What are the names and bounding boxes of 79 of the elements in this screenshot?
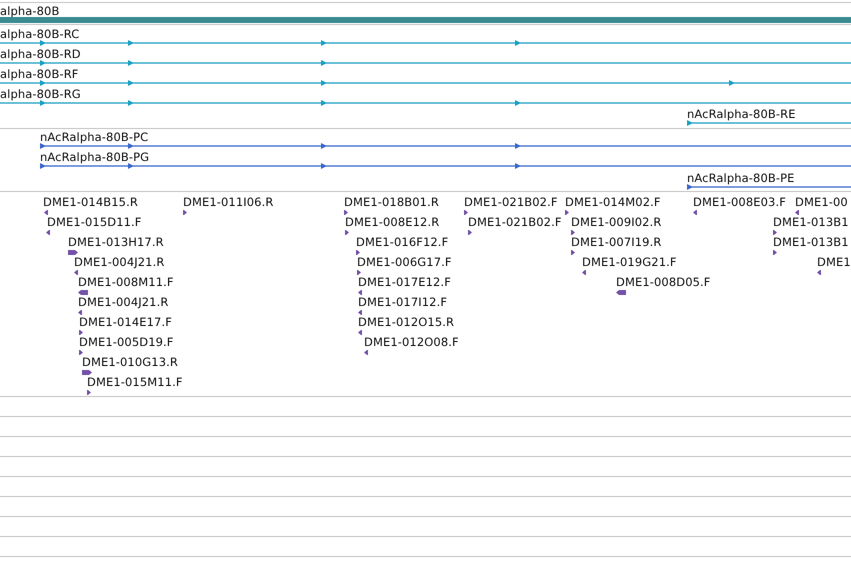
est-marker-icon <box>358 290 362 295</box>
est-marker-icon <box>87 390 91 395</box>
est-marker-icon <box>79 350 83 355</box>
transcript-label: nAcRalpha-80B-RE <box>687 107 796 121</box>
transcript-drawing[interactable] <box>0 79 851 86</box>
est-label: DME1-006G17.F <box>357 255 452 269</box>
est-label: DME1-008E03.F <box>693 195 786 209</box>
est-label: DME1-011I06.R <box>183 195 274 209</box>
est-label: DME1-017I12.F <box>358 295 448 309</box>
est-label: DME1-019G21.F <box>582 255 677 269</box>
transcript-drawing[interactable] <box>0 39 851 46</box>
transcript-drawing[interactable] <box>687 119 851 126</box>
est-marker-icon <box>344 210 348 215</box>
est-marker-icon <box>795 210 799 215</box>
est-marker-icon <box>79 330 83 335</box>
est-label: DME1-017E12.F <box>358 275 451 289</box>
est-label: DME1-015M11.F <box>87 375 183 389</box>
est-label: DME1-015D11.F <box>47 215 142 229</box>
protein-drawing[interactable] <box>40 142 851 149</box>
est-label: DME1-021B02.F <box>468 215 562 229</box>
est-marker-icon <box>571 230 575 235</box>
est-marker-icon <box>356 250 360 255</box>
est-label: DME1-008D05.F <box>616 275 711 289</box>
est-label: DME1-008M11.F <box>78 275 174 289</box>
est-marker-icon <box>183 210 187 215</box>
est-label: DME1-004J21.R <box>74 255 164 269</box>
transcript-label: alpha-80B-RC <box>0 27 80 41</box>
est-marker-icon <box>46 230 50 235</box>
est-label: DME1-007I19.R <box>571 235 662 249</box>
protein-label: nAcRalpha-80B-PC <box>40 130 148 144</box>
gene-label: alpha-80B <box>0 4 60 18</box>
est-label: DME1-013B1 <box>773 215 849 229</box>
est-marker-icon <box>78 310 82 315</box>
est-marker-icon <box>364 350 368 355</box>
transcript-drawing[interactable] <box>0 99 851 106</box>
est-marker-icon <box>345 230 349 235</box>
est-marker-icon <box>44 210 48 215</box>
transcript-label: alpha-80B-RG <box>0 87 81 101</box>
est-marker-icon <box>358 310 362 315</box>
est-marker-icon <box>817 270 821 275</box>
est-marker-icon <box>616 290 626 295</box>
est-marker-icon <box>468 230 472 235</box>
est-label: DME1-014B15.R <box>43 195 138 209</box>
est-marker-icon <box>68 250 78 255</box>
est-label: DME1-009I02.R <box>571 215 662 229</box>
est-marker-icon <box>693 210 697 215</box>
est-label: DME1-012O15.R <box>358 315 454 329</box>
protein-drawing[interactable] <box>40 162 851 169</box>
est-label: DME1-010G13.R <box>82 355 178 369</box>
est-marker-icon <box>582 270 586 275</box>
est-label: DME1-021B02.F <box>464 195 558 209</box>
est-marker-icon <box>571 250 575 255</box>
est-marker-icon <box>358 330 362 335</box>
transcript-label: alpha-80B-RD <box>0 47 81 61</box>
protein-drawing[interactable] <box>687 183 851 190</box>
est-marker-icon <box>565 210 569 215</box>
est-marker-icon <box>464 210 468 215</box>
est-marker-icon <box>773 250 777 255</box>
est-label: DME1-014E17.F <box>79 315 172 329</box>
protein-label: nAcRalpha-80B-PE <box>687 171 795 185</box>
est-label: DME1-008E12.R <box>345 215 440 229</box>
est-label: DME1-014M02.F <box>565 195 661 209</box>
est-marker-icon <box>74 270 78 275</box>
est-label: DME1-012O08.F <box>364 335 459 349</box>
transcript-drawing[interactable] <box>0 59 851 66</box>
est-label: DME1-013H17.R <box>68 235 164 249</box>
est-label: DME1-016F12.F <box>356 235 448 249</box>
est-marker-icon <box>773 230 777 235</box>
est-marker-icon <box>82 370 92 375</box>
est-label: DME1 <box>817 255 851 269</box>
transcript-label: alpha-80B-RF <box>0 67 79 81</box>
est-marker-icon <box>78 290 88 295</box>
est-marker-icon <box>357 270 361 275</box>
protein-label: nAcRalpha-80B-PG <box>40 150 150 164</box>
est-label: DME1-018B01.R <box>344 195 439 209</box>
est-label: DME1-013B1 <box>773 235 849 249</box>
est-label: DME1-00 <box>795 195 848 209</box>
est-label: DME1-005D19.F <box>79 335 174 349</box>
est-label: DME1-004J21.R <box>78 295 168 309</box>
